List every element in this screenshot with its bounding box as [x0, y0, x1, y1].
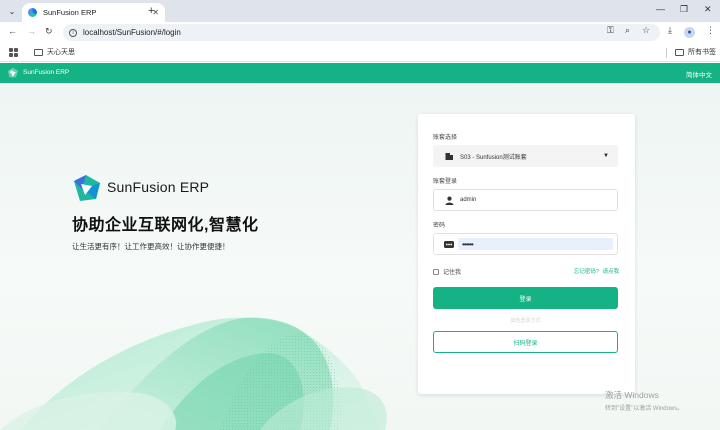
forward-icon[interactable]: →: [27, 26, 36, 36]
folder-icon: [34, 48, 43, 56]
minimize-icon[interactable]: —: [656, 4, 665, 14]
profile-avatar-icon[interactable]: ●: [684, 27, 695, 38]
account-set-select[interactable]: S03 - Sunfusion测试账套 ▼: [433, 145, 618, 167]
account-set-value: S03 - Sunfusion测试账套: [460, 154, 527, 161]
login-card: 账套选择 S03 - Sunfusion测试账套 ▼ 账套登录 admin 密码…: [418, 114, 635, 394]
app-brand-small: SunFusion ERP: [23, 69, 70, 76]
scan-login-button[interactable]: 扫码登录: [433, 331, 618, 353]
watermark-line-1: 激活 Windows: [605, 390, 659, 400]
remember-me-checkbox[interactable]: 记住我: [433, 267, 461, 276]
download-icon[interactable]: ⤓: [668, 25, 672, 36]
folder-icon: [675, 48, 684, 56]
password-input[interactable]: ••••••: [433, 233, 618, 255]
back-icon[interactable]: ←: [8, 26, 17, 36]
tab-search-chevron-icon[interactable]: ⌄: [5, 4, 19, 18]
user-icon: [444, 195, 454, 205]
site-info-icon[interactable]: i: [69, 28, 77, 37]
other-login-methods-divider: 其他登录方式: [510, 318, 541, 324]
bookmark-star-icon[interactable]: ☆: [642, 25, 650, 36]
username-input[interactable]: admin: [433, 189, 618, 211]
address-url: localhost/SunFusion/#/login: [83, 28, 181, 37]
address-bar[interactable]: i localhost/SunFusion/#/login: [63, 24, 660, 41]
browser-tab-bar: ⌄ SunFusion ERP ✕ + — ❐ ✕: [0, 0, 720, 22]
sunfusion-logo-icon: [74, 175, 100, 201]
bookmark-folder-label: 天心天思: [47, 49, 75, 56]
checkbox-box[interactable]: [433, 268, 439, 275]
hero-brand: SunFusion ERP: [107, 179, 210, 195]
hero-subslogan: 让生活更有序！让工作更高效！让协作更便捷！: [72, 242, 230, 251]
watermark-line-2: 转到"设置"以激活 Windows。: [605, 406, 684, 412]
building-icon: [444, 151, 454, 161]
password-label: 密码: [433, 223, 446, 229]
hero-slogan: 协助企业互联网化,智慧化: [72, 217, 259, 234]
all-bookmarks-button[interactable]: 所有书签: [675, 47, 716, 57]
bookmark-folder[interactable]: 天心天思: [34, 47, 75, 57]
tab-sunfusion[interactable]: SunFusion ERP ✕: [22, 3, 165, 22]
username-label: 账套登录: [433, 179, 458, 185]
close-window-icon[interactable]: ✕: [704, 4, 712, 15]
username-value: admin: [460, 197, 477, 203]
apps-grid-icon[interactable]: [9, 48, 18, 57]
help-links: 忘记密码? 请点我: [572, 267, 619, 275]
language-switcher[interactable]: 简体中文: [686, 69, 712, 79]
remember-me-label: 记住我: [443, 270, 462, 276]
new-tab-button[interactable]: +: [148, 5, 154, 17]
menu-kebab-icon[interactable]: ⋮: [706, 25, 715, 36]
bookmarks-divider: [666, 48, 667, 58]
forgot-password-link[interactable]: 忘记密码?: [574, 269, 599, 275]
tab-favicon-icon: [28, 8, 37, 17]
login-page: SunFusion ERP 协助企业互联网化,智慧化 让生活更有序！让工作更高效…: [0, 83, 720, 430]
dropdown-caret-icon: ▼: [603, 153, 609, 159]
account-set-label: 账套选择: [433, 135, 458, 141]
bookmarks-bar: 天心天思 所有书签: [0, 43, 720, 62]
all-bookmarks-label: 所有书签: [688, 49, 716, 56]
tab-title: SunFusion ERP: [43, 8, 97, 17]
login-button[interactable]: 登录: [433, 287, 618, 309]
password-value: ••••••: [458, 238, 613, 250]
click-me-link[interactable]: 请点我: [602, 269, 619, 275]
app-logo-icon: [7, 67, 19, 78]
zoom-icon[interactable]: ⌕: [625, 25, 630, 36]
reload-icon[interactable]: ↻: [45, 26, 53, 37]
password-key-icon[interactable]: ⚿: [607, 25, 614, 36]
restore-icon[interactable]: ❐: [680, 4, 688, 15]
app-header: SunFusion ERP 简体中文: [0, 63, 720, 83]
password-dots-icon: [444, 239, 454, 249]
windows-activation-watermark: 激活 Windows 转到"设置"以激活 Windows。: [605, 389, 683, 412]
browser-toolbar: ← → ↻ i localhost/SunFusion/#/login ⚿ ⌕ …: [0, 22, 720, 43]
